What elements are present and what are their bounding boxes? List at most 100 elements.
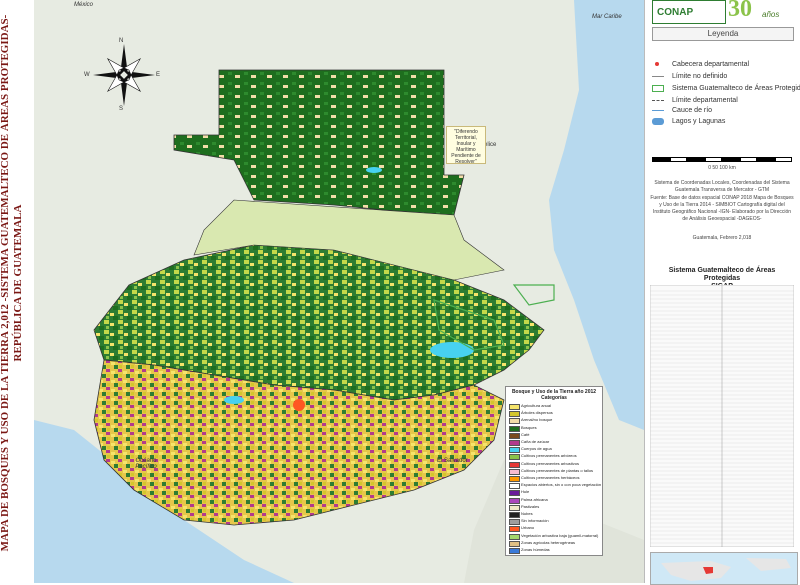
urban-guatemala-city <box>293 399 305 411</box>
category-swatch <box>509 540 520 547</box>
category-label: Agricultura anual <box>521 403 552 408</box>
category-label: Espacios abiertos, sin o con poca vegeta… <box>521 482 602 488</box>
category-item: Zonas húmedas <box>509 547 601 554</box>
category-swatch <box>509 425 520 432</box>
category-item: Zonas agrícolas heterogéneas <box>509 539 601 547</box>
category-label: Caña de azúcar <box>521 439 550 444</box>
side-title: MAPA DE BOSQUES Y USO DE LA TIERRA 2,012… <box>0 13 25 553</box>
compass-e: E <box>156 72 161 78</box>
category-item: Pastizales <box>509 503 601 511</box>
category-swatch <box>509 454 520 461</box>
category-label: Nubes <box>521 511 533 516</box>
category-swatch <box>509 404 520 410</box>
category-label: Sin información <box>521 518 549 524</box>
date-note: Guatemala, Febrero 2,018 <box>692 235 752 241</box>
category-label: Urbano <box>521 525 535 531</box>
category-item: Espacios abiertos, sin o con poca vegeta… <box>509 482 602 490</box>
category-label: Pastizales <box>521 503 540 509</box>
side-title-line1: MAPA DE BOSQUES Y USO DE LA TIERRA 2,012… <box>0 14 11 552</box>
category-item: Sin información <box>509 518 601 526</box>
compass-n: N <box>119 38 124 44</box>
dashed-line-icon <box>652 100 664 101</box>
map-sheet: MAPA DE BOSQUES Y USO DE LA TIERRA 2,012… <box>0 0 800 585</box>
scale-text: 0 50 100 km <box>708 165 736 171</box>
category-swatch <box>509 447 520 454</box>
category-swatch <box>509 418 520 425</box>
legend-title: Leyenda <box>652 27 794 41</box>
category-label: Zonas agrícolas heterogéneas <box>521 539 576 545</box>
sidap-table <box>650 285 794 547</box>
map-canvas[interactable]: N S W E México Mar Caribe Belice El Salv… <box>34 0 645 583</box>
category-swatch <box>509 490 520 497</box>
compass-rose-icon <box>93 44 155 106</box>
label-el-salvador: El Salvador <box>437 458 468 464</box>
lake-atitlan <box>224 396 244 404</box>
category-item: Vegetación arbustiva baja (guamil-matorr… <box>509 532 601 540</box>
category-label: Bosques <box>521 424 537 430</box>
scale-bar <box>652 157 792 162</box>
category-label: Hule <box>521 489 530 495</box>
lake-peten-itza <box>366 167 382 173</box>
category-swatch <box>509 504 520 511</box>
category-item: Cultivos permanentes de plantas o tallos <box>509 467 601 475</box>
categories-legend: Bosque y Uso de la Tierra año 2012 Categ… <box>505 386 603 556</box>
category-swatch <box>509 548 520 554</box>
line-icon <box>652 76 664 77</box>
category-label: Cultivos permanentes herbáceos <box>521 475 580 480</box>
conap-logo: CONAP <box>652 0 726 24</box>
category-swatch <box>509 533 520 540</box>
legend-item-lagos: Lagos y Lagunas <box>652 117 792 126</box>
category-item: Bosques <box>509 424 601 432</box>
green-box-icon <box>652 85 664 92</box>
lake-izabal <box>430 342 474 358</box>
category-swatch <box>509 497 520 504</box>
category-item: Cuerpos de agua <box>509 446 601 454</box>
category-label: Árboles dispersos <box>521 410 553 416</box>
category-swatch <box>509 432 520 439</box>
category-swatch <box>509 512 520 518</box>
category-item: Hule <box>509 489 601 497</box>
label-mexico: México <box>74 2 94 8</box>
compass-s: S <box>119 106 124 112</box>
category-label: Vegetación arbustiva baja (guamil-matorr… <box>521 532 599 538</box>
category-swatch <box>509 483 520 490</box>
category-swatch <box>509 468 520 475</box>
legend-item-cauce-rio: Cauce de río <box>652 106 792 115</box>
category-item: Café <box>509 431 601 439</box>
category-item: Agricultura anual <box>509 403 601 410</box>
legend-item-limite-departamental: Límite departamental <box>652 96 792 105</box>
anniversary-logo: 30 años <box>728 0 780 22</box>
category-swatch <box>509 519 520 526</box>
category-item: Arenal/no bosque <box>509 417 601 425</box>
river-line-icon <box>652 110 664 111</box>
red-dot-icon <box>655 62 659 66</box>
category-item: Urbano <box>509 525 601 533</box>
compass-w: W <box>84 72 90 78</box>
label-oceano-pacifico: Océano Pacífico <box>135 458 157 470</box>
label-mar-caribe: Mar Caribe <box>592 14 622 20</box>
locator-minimap <box>650 552 798 585</box>
disputed-territory-note: "Diferendo Territorial, Insular y Maríti… <box>446 126 486 165</box>
category-item: Cultivos permanentes arbóreos <box>509 453 601 461</box>
category-swatch <box>509 461 520 468</box>
category-item: Palma africana <box>509 496 601 504</box>
category-label: Arenal/no bosque <box>521 417 553 423</box>
category-label: Palma africana <box>521 496 548 502</box>
side-title-strip: MAPA DE BOSQUES Y USO DE LA TIERRA 2,012… <box>0 0 35 583</box>
legend-item-cabecera: Cabecera departamental <box>652 60 792 69</box>
category-swatch <box>509 440 520 446</box>
categories-title: Bosque y Uso de la Tierra año 2012 Categ… <box>511 389 597 401</box>
category-swatch <box>509 526 520 533</box>
category-label: Cultivos permanentes de plantas o tallos <box>521 467 594 473</box>
category-item: Cultivos permanentes arbustivos <box>509 460 601 468</box>
category-label: Cultivos permanentes arbóreos <box>521 453 577 459</box>
category-item: Árboles dispersos <box>509 410 601 418</box>
category-label: Café <box>521 431 530 437</box>
legend-item-sigap: Sistema Guatemalteco de Áreas Protegidas <box>652 84 800 93</box>
category-label: Cultivos permanentes arbustivos <box>521 460 580 466</box>
category-swatch <box>509 411 520 418</box>
category-item: Nubes <box>509 511 601 518</box>
category-label: Zonas húmedas <box>521 547 550 552</box>
source-note: Fuente: Base de datos espacial CONAP 201… <box>650 195 794 222</box>
legend-item-limite-no-definido: Límite no definido <box>652 72 792 81</box>
